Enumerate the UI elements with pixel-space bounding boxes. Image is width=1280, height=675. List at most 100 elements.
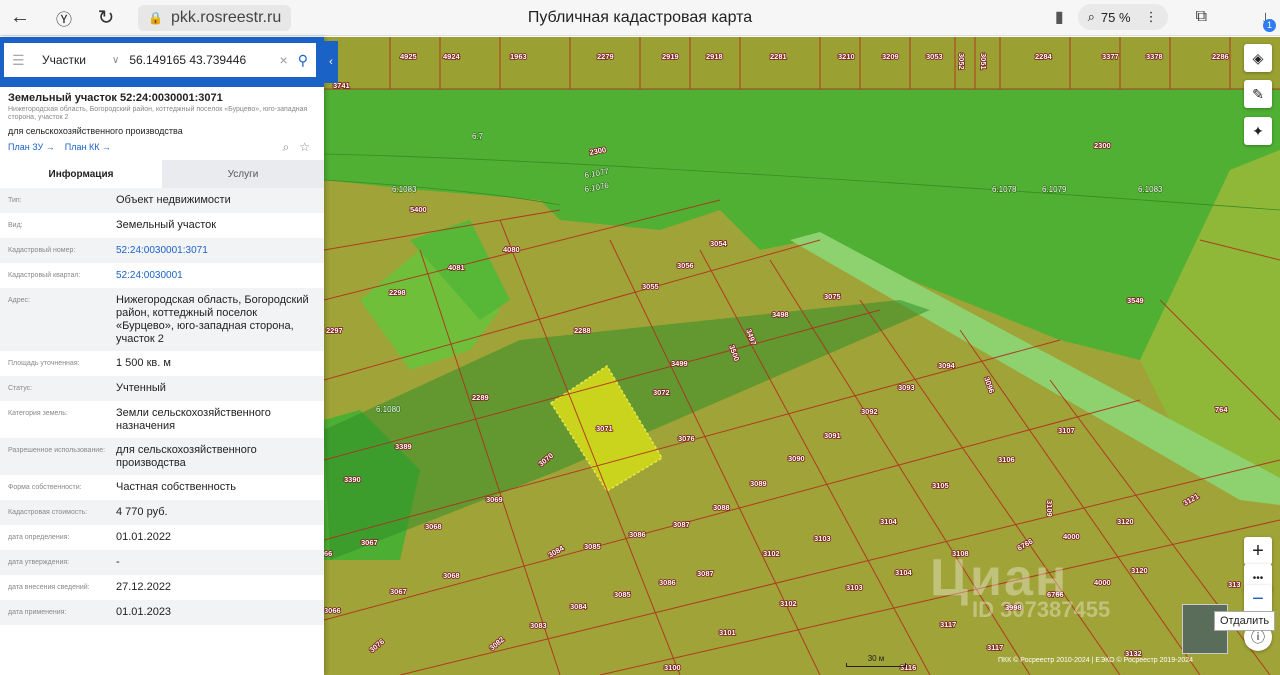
field-value: Земли сельскохозяйственного назначения [116,407,271,432]
parcel-label: 2918 [706,52,723,61]
chevron-down-icon[interactable]: ∨ [112,55,119,66]
zoom-out-button[interactable]: − [1244,585,1272,613]
field-key: Категория земель: [8,410,68,417]
parcel-label: 3117 [940,620,956,629]
field-value: Объект недвижимости [116,194,231,206]
browser-toolbar: ← Ⓨ ↻ 🔒 pkk.rosreestr.ru Публичная кадас… [0,0,1280,36]
table-row: Статус: Учтенный [0,376,324,401]
info-panel: ☰ Участки ∨ 56.149165 43.739446 × ⚲ ‹ Зе… [0,37,338,675]
field-key: дата внесения сведений: [8,584,90,591]
search-input[interactable]: 56.149165 43.739446 [129,53,279,67]
reload-icon[interactable]: ↻ [90,4,122,32]
zoom-indicator[interactable]: ⌕ 75 % ⋮ [1077,4,1168,30]
parcel-label: 3105 [932,481,949,490]
ruler-button[interactable]: ✎ [1244,80,1272,108]
zoom-in-button[interactable]: + [1244,537,1272,565]
field-key: Кадастровый квартал: [8,272,81,279]
zoom-value: 75 % [1100,9,1131,25]
parcel-label: 3104 [895,568,913,577]
layers-button[interactable]: ◈ [1244,44,1272,72]
table-row: Адрес: Нижегородская область, Богородский… [0,288,324,351]
collapse-panel-button[interactable]: ‹ [324,41,338,83]
parcel-label: 2298 [389,288,406,297]
select-tool-button[interactable]: ✦ [1244,117,1272,145]
panel-tabs: Информация Услуги [0,160,324,188]
parcel-label: 4925 [400,52,417,61]
yandex-icon[interactable]: Ⓨ [48,4,80,32]
downloads-count: 1 [1263,18,1276,32]
copyright: ПКК © Росреестр 2010-2024 | ЕЭКО © Росре… [998,657,1194,664]
parcel-label: 2919 [662,52,679,61]
field-key: дата определения: [8,534,70,541]
object-address: Нижегородская область, Богородский район… [8,106,308,121]
parcel-label: 3087 [697,569,714,578]
field-key: Форма собственности: [8,484,82,491]
parcel-label: 4080 [503,245,520,254]
table-row: Разрешенное использование: для сельскохоз… [0,438,324,475]
field-value: - [116,556,120,568]
parcel-label: 6.1083 [392,185,417,194]
plan-kk-link[interactable]: План КК → [65,142,111,152]
reader-icon[interactable]: ⧉ [1196,8,1207,26]
cadastral-quarter-link[interactable]: 52:24:0030001 [116,269,316,282]
parcel-label: 3102 [763,549,780,558]
parcel-label: 3103 [814,534,831,543]
parcel-label: 3210 [838,52,855,61]
tab-info[interactable]: Информация [0,160,162,188]
parcel-label: 3103 [846,583,863,592]
table-row: Вид: Земельный участок [0,213,324,238]
search-icon[interactable]: ⚲ [298,52,308,69]
parcel-label: 3056 [677,261,694,270]
parcel-label: 3087 [673,520,690,529]
field-value: 01.01.2023 [116,606,172,618]
parcel-label: 3101 [719,628,736,637]
parcel-label: 6.1079 [1042,185,1067,194]
downloads-icon[interactable]: ↓ 1 [1261,7,1276,32]
parcel-label: 3378 [1146,52,1163,61]
zoom-out-tooltip: Отдалить [1214,611,1276,631]
field-value: Учтенный [116,382,166,394]
bookmark-icon[interactable]: ▮ [1055,7,1064,27]
tab-services[interactable]: Услуги [162,160,324,188]
menu-icon[interactable]: ☰ [12,52,28,69]
parcel-label: 3102 [780,599,797,608]
parcel-label: 6.1083 [1138,185,1163,194]
more-icon[interactable]: ⋮ [1145,9,1158,25]
parcel-label: 2284 [1035,52,1053,61]
table-row: дата внесения сведений: 27.12.2022 [0,575,324,600]
zoom-to-icon[interactable]: ⌕ [283,140,290,155]
parcel-label: 3085 [584,542,601,551]
parcel-label: 313 [1228,580,1241,589]
parcel-label: 3109 [1045,500,1054,517]
table-row: Кадастровая стоимость: 4 770 руб. [0,500,324,525]
field-key: дата применения: [8,609,67,616]
plan-zu-link[interactable]: План ЗУ → [8,142,55,152]
back-icon[interactable]: ← [4,4,36,32]
cadastral-number-link[interactable]: 52:24:0030001:3071 [116,244,316,257]
parcel-label: 3085 [614,590,631,599]
field-key: Кадастровая стоимость: [8,509,88,516]
parcel-label: 3100 [664,663,681,672]
search-type-select[interactable]: Участки [42,53,106,67]
clear-icon[interactable]: × [280,52,288,68]
table-row: дата применения: 01.01.2023 [0,600,324,625]
url-text: pkk.rosreestr.ru [170,8,282,26]
address-bar[interactable]: 🔒 pkk.rosreestr.ru [138,4,292,31]
scale-bar [846,663,906,667]
field-value: 01.01.2022 [116,531,172,543]
parcel-label: 3053 [926,52,943,61]
parcel-label: 66 [324,549,332,558]
parcel-label: 3066 [324,606,341,615]
watermark-id: ID 307387455 [972,597,1111,622]
parcel-label: 3083 [530,621,547,630]
parcel-label: 3120 [1131,566,1148,575]
parcel-label: 3055 [642,282,659,291]
parcel-label: 4000 [1094,578,1111,587]
favorite-star-icon[interactable]: ☆ [299,140,310,155]
parcel-label: 3094 [938,361,956,370]
parcel-label: 3106 [998,455,1015,464]
parcel-label: 2297 [326,326,343,335]
parcel-label: 2300 [1094,141,1111,150]
scale-label: 30 м [867,654,885,663]
zoom-icon: ⌕ [1087,9,1095,24]
